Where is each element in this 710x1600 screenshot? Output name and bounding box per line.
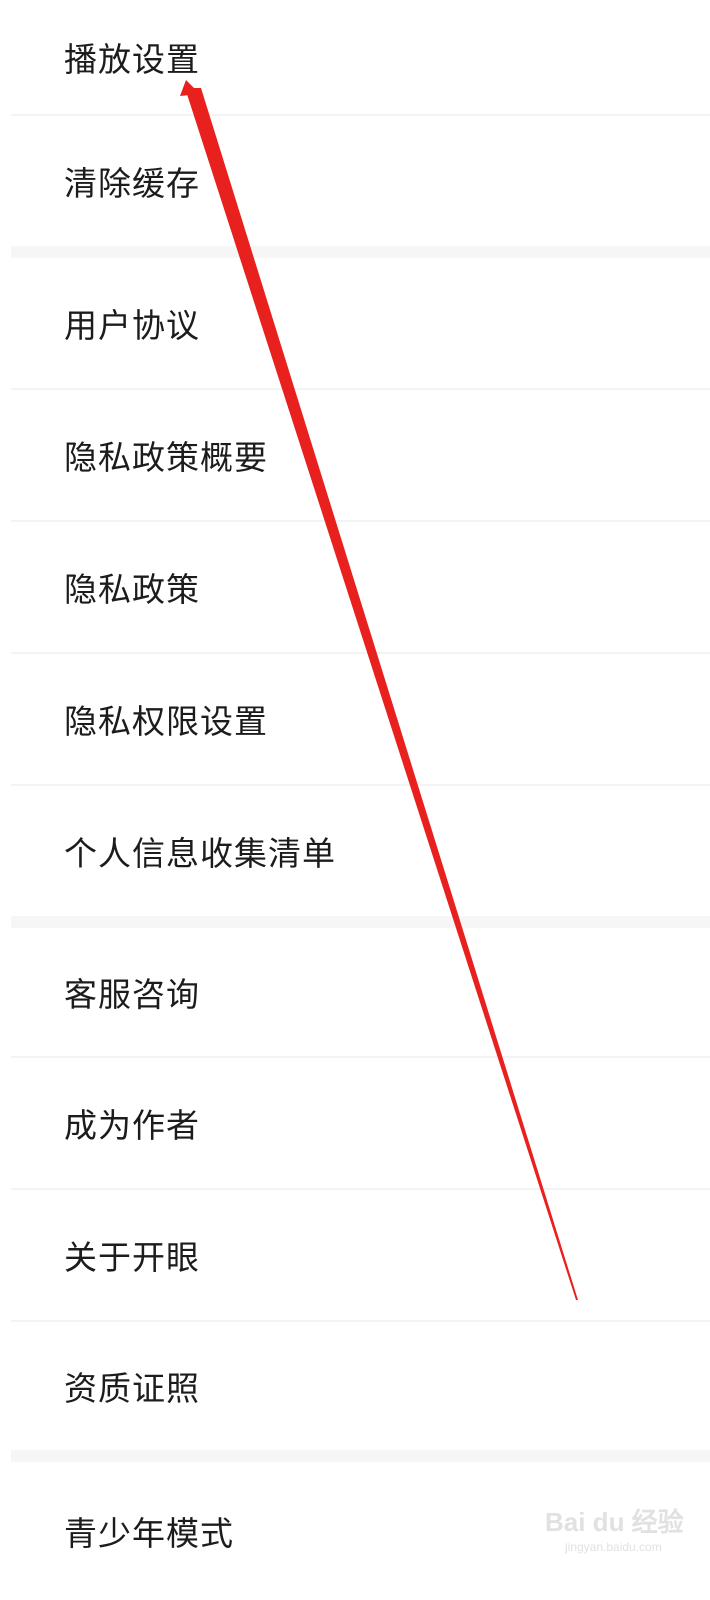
menu-item-label: 清除缓存 (64, 164, 200, 203)
menu-item-qualifications[interactable]: 资质证照 (11, 1322, 710, 1450)
menu-item-clear-cache[interactable]: 清除缓存 (11, 116, 710, 246)
menu-item-label: 关于开眼 (64, 1238, 200, 1277)
menu-item-label: 用户协议 (64, 306, 200, 345)
menu-item-label: 资质证照 (64, 1369, 200, 1408)
menu-item-personal-info-list[interactable]: 个人信息收集清单 (11, 786, 710, 916)
menu-item-privacy-permissions[interactable]: 隐私权限设置 (11, 654, 710, 784)
menu-item-about[interactable]: 关于开眼 (11, 1190, 710, 1320)
section-gap (11, 916, 710, 928)
menu-item-label: 播放设置 (64, 40, 200, 79)
menu-item-teen-mode[interactable]: 青少年模式 (11, 1462, 710, 1600)
menu-item-label: 青少年模式 (64, 1514, 234, 1553)
menu-item-label: 隐私政策概要 (64, 438, 268, 477)
menu-item-label: 成为作者 (64, 1106, 200, 1145)
menu-item-label: 隐私权限设置 (64, 702, 268, 741)
settings-page: 播放设置 清除缓存 用户协议 隐私政策概要 隐私政策 隐私权限设置 个人信息收集… (0, 0, 710, 1600)
menu-item-playback-settings[interactable]: 播放设置 (11, 0, 710, 114)
menu-item-customer-service[interactable]: 客服咨询 (11, 928, 710, 1056)
menu-item-become-author[interactable]: 成为作者 (11, 1058, 710, 1188)
menu-item-privacy-policy-summary[interactable]: 隐私政策概要 (11, 390, 710, 520)
section-gap (11, 1450, 710, 1462)
menu-item-label: 个人信息收集清单 (64, 834, 336, 873)
menu-item-label: 隐私政策 (64, 570, 200, 609)
menu-item-user-agreement[interactable]: 用户协议 (11, 258, 710, 388)
menu-item-privacy-policy[interactable]: 隐私政策 (11, 522, 710, 652)
menu-item-label: 客服咨询 (64, 975, 200, 1014)
section-gap (11, 246, 710, 258)
